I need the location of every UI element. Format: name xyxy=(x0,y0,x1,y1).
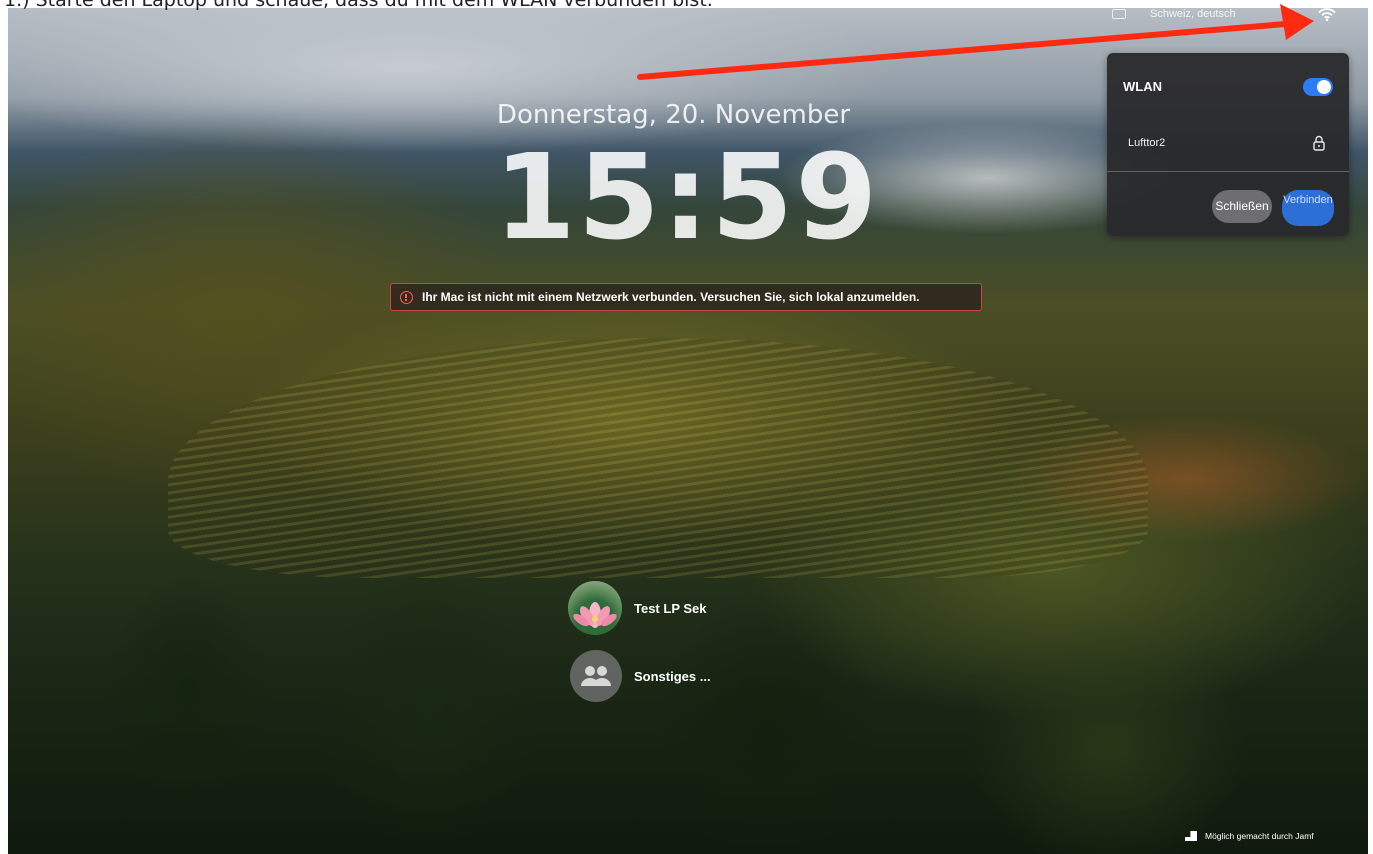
exclamation-circle-icon xyxy=(400,290,413,304)
user-name: Test LP Sek xyxy=(634,600,707,616)
user-other[interactable]: Sonstiges ... xyxy=(568,648,711,704)
connect-button[interactable]: Verbinden xyxy=(1282,190,1334,226)
network-warning-banner: Ihr Mac ist nicht mit einem Netzwerk ver… xyxy=(390,283,982,311)
wlan-divider xyxy=(1107,171,1349,172)
wlan-panel: WLAN Lufttor2 Schließen Verbinden xyxy=(1107,53,1349,236)
jamf-credit-text: Möglich gemacht durch Jamf xyxy=(1205,831,1314,841)
user-test-lp-sek[interactable]: Test LP Sek xyxy=(568,580,707,636)
people-icon xyxy=(581,666,611,686)
wlan-toggle-knob xyxy=(1317,80,1331,94)
close-button[interactable]: Schließen xyxy=(1212,190,1272,223)
network-warning-text: Ihr Mac ist nicht mit einem Netzwerk ver… xyxy=(422,290,920,304)
lotus-flower-icon xyxy=(573,602,617,628)
lock-icon xyxy=(1313,135,1325,151)
wlan-title: WLAN xyxy=(1123,79,1162,94)
avatar xyxy=(570,650,622,702)
jamf-credit: Möglich gemacht durch Jamf xyxy=(1185,831,1314,841)
avatar xyxy=(568,581,622,635)
jamf-icon xyxy=(1185,831,1197,841)
wlan-toggle[interactable] xyxy=(1303,78,1333,96)
user-name: Sonstiges ... xyxy=(634,668,711,684)
network-name: Lufttor2 xyxy=(1128,137,1166,149)
network-list-item[interactable]: Lufttor2 xyxy=(1107,129,1349,159)
